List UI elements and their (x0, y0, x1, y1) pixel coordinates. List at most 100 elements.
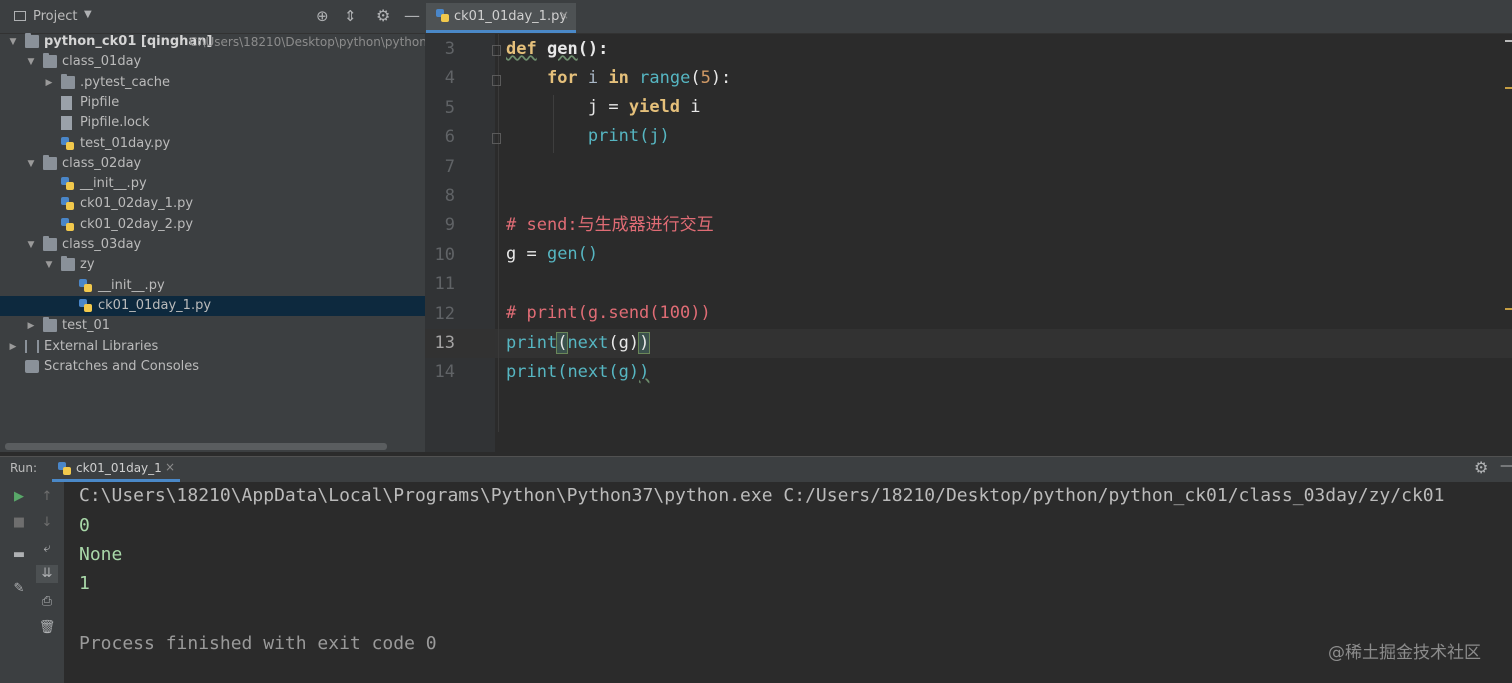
stop-icon[interactable]: ■ (10, 514, 28, 532)
layout-icon[interactable]: ▬ (10, 546, 28, 564)
tree-item-label: test_01 (62, 318, 111, 334)
tree-item[interactable]: ck01_01day_1.py (0, 295, 425, 316)
fold-marker[interactable] (492, 133, 501, 144)
function-call: gen (546, 244, 578, 264)
keyword-in: in (608, 68, 629, 88)
pin-icon[interactable]: ✎ (10, 580, 28, 598)
tree-item-label: ck01_02day_1.py (80, 196, 194, 212)
tree-item[interactable]: ▼ class_02day (0, 154, 425, 174)
line-number: 6 (444, 127, 455, 148)
code-text: (g) (608, 362, 640, 382)
close-icon[interactable]: × (559, 8, 569, 22)
tree-item-label: python_ck01 [qinghan] (44, 34, 213, 49)
scroll-to-end-icon[interactable]: ⇊ (36, 565, 58, 583)
tree-item-label: __init__.py (98, 277, 165, 293)
tree-item[interactable]: __init__.py (0, 174, 425, 194)
console-finish-message: Process finished with exit code 0 (79, 633, 437, 654)
project-path: C:\Users\18210\Desktop\python\python_ck0… (189, 35, 425, 49)
tree-item-label: class_01day (62, 54, 142, 70)
console-output-line: 0 (79, 515, 90, 536)
chevron-down-icon[interactable]: ▼ (44, 255, 54, 275)
tree-item[interactable]: ▼ class_01day (0, 52, 425, 72)
keyword-def: def (506, 39, 537, 59)
line-number: 7 (444, 156, 455, 177)
tree-item[interactable]: Pipfile.lock (0, 113, 425, 133)
folder-icon (25, 33, 39, 48)
tree-item[interactable]: ck01_02day_1.py (0, 194, 425, 214)
tree-item[interactable]: Scratches and Consoles (0, 357, 425, 377)
chevron-right-icon[interactable]: ▶ (8, 337, 18, 357)
console-output-line: None (79, 544, 123, 565)
line-number: 9 (444, 215, 455, 236)
editor-tab-bar (425, 0, 1512, 34)
keyword-yield: yield (628, 97, 681, 117)
chevron-right-icon[interactable]: ▶ (26, 316, 36, 336)
tree-item[interactable]: ▶ test_01 (0, 316, 425, 336)
tree-item[interactable]: ▼ class_03day (0, 235, 425, 255)
tree-item[interactable]: ck01_02day_2.py (0, 215, 425, 235)
line-number: 13 (434, 333, 455, 353)
code-line-13[interactable]: print(next(g)) (506, 329, 651, 358)
gear-icon[interactable]: ⚙ (376, 6, 390, 25)
tree-item[interactable]: ▶ .pytest_cache (0, 73, 425, 93)
code-line-12[interactable]: # print(g.send(100)) (506, 299, 711, 328)
code-line-14[interactable]: print(next(g)) (506, 358, 649, 387)
code-line-5[interactable]: j = yield i (506, 93, 701, 122)
print-icon[interactable]: ⎙ (38, 593, 56, 611)
python-file-icon (79, 278, 93, 293)
rerun-icon[interactable]: ▶ (10, 488, 28, 506)
folder-icon (61, 256, 75, 272)
project-view-icon[interactable] (14, 11, 26, 21)
comment: # print(g.send(100)) (506, 303, 711, 323)
code-line-6[interactable]: print(j) (506, 122, 670, 151)
builtin-print: print (587, 126, 640, 146)
close-icon[interactable]: × (165, 460, 175, 474)
line-number: 10 (434, 244, 455, 265)
arrow-up-icon[interactable]: ↑ (38, 488, 56, 506)
tree-item[interactable]: ▼ python_ck01 [qinghan] C:\Users\18210\Des… (0, 32, 425, 52)
chevron-down-icon[interactable]: ▼ (26, 52, 36, 72)
tab-label: ck01_01day_1.py (454, 9, 568, 24)
tree-item-label: class_03day (62, 237, 142, 252)
line-number: 14 (434, 362, 455, 383)
arrow-down-icon[interactable]: ↓ (38, 514, 56, 532)
chevron-down-icon[interactable]: ▼ (26, 154, 36, 174)
minimize-icon[interactable]: — (404, 6, 420, 25)
code-line-10[interactable]: g = gen() (506, 240, 598, 269)
run-tab-label[interactable]: ck01_01day_1 (76, 461, 162, 475)
collapse-all-icon[interactable]: ⇕ (344, 7, 357, 25)
matched-brace: ) (638, 332, 651, 354)
soft-wrap-icon[interactable]: ⤶ (38, 540, 56, 558)
code-text: g = (506, 244, 547, 264)
tree-item[interactable]: ▶ External Libraries (0, 337, 425, 357)
code-line-3[interactable]: def gen(): (506, 35, 608, 64)
scroll-marker (1505, 40, 1512, 42)
code-text: ( (557, 362, 568, 382)
fold-marker[interactable] (492, 45, 501, 56)
folder-icon (43, 317, 57, 333)
tree-horizontal-scrollbar[interactable] (5, 443, 387, 450)
tree-item[interactable]: test_01day.py (0, 134, 425, 154)
chevron-down-icon[interactable]: ▼ (8, 32, 18, 52)
project-view-title[interactable]: Project (33, 9, 77, 24)
minimize-icon[interactable]: — (1500, 458, 1512, 474)
chevron-down-icon[interactable]: ▼ (84, 9, 92, 20)
code-line-4[interactable]: for i in range(5): (506, 64, 731, 93)
code-text: ( (690, 68, 701, 88)
fold-marker[interactable] (492, 75, 501, 86)
chevron-right-icon[interactable]: ▶ (44, 73, 54, 93)
builtin-next: next (567, 362, 609, 382)
code-line-9[interactable]: # send:与生成器进行交互 (506, 211, 714, 240)
builtin-print: print (506, 333, 558, 353)
python-file-icon (436, 9, 450, 23)
gear-icon[interactable]: ⚙ (1474, 458, 1488, 477)
chevron-down-icon[interactable]: ▼ (26, 235, 36, 255)
tab-ck01-01day-1[interactable]: ck01_01day_1.py × (426, 3, 576, 33)
line-number: 12 (434, 303, 455, 324)
tree-item[interactable]: __init__.py (0, 276, 425, 296)
tree-item[interactable]: Pipfile (0, 93, 425, 113)
locate-icon[interactable]: ⊕ (316, 7, 329, 25)
tree-item[interactable]: ▼ zy (0, 255, 425, 275)
builtin-range: range (639, 68, 691, 88)
trash-icon[interactable]: 🗑 (38, 619, 56, 637)
